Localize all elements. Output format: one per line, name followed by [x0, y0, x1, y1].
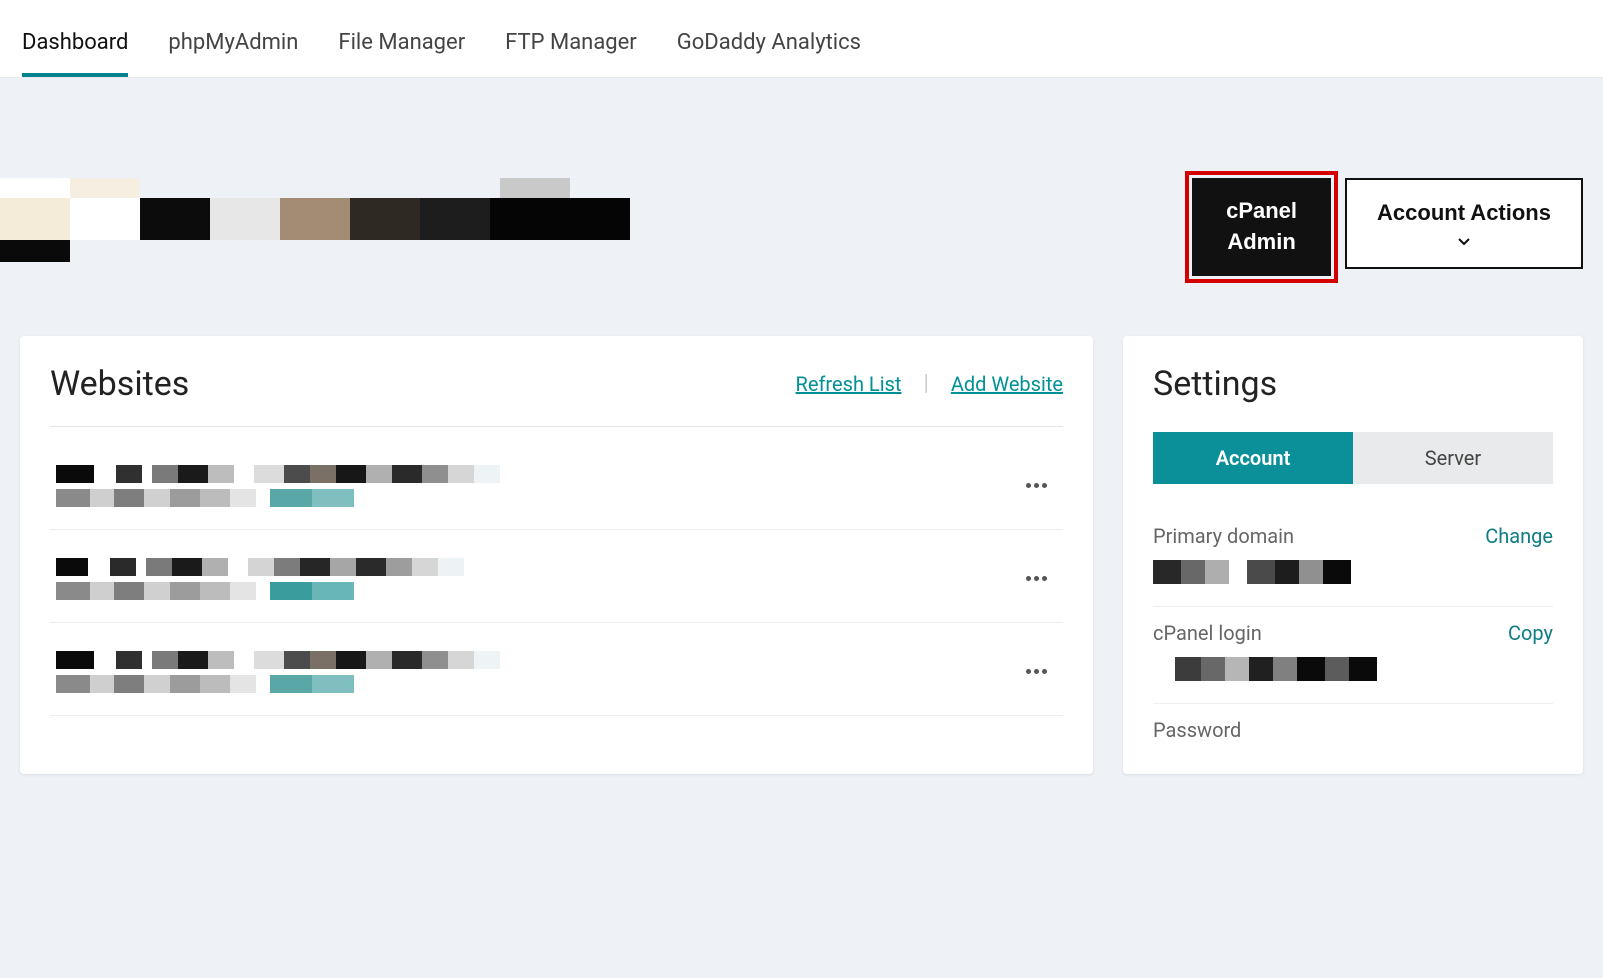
website-row	[50, 437, 1063, 530]
tab-godaddy-analytics[interactable]: GoDaddy Analytics	[677, 30, 861, 77]
refresh-list-link[interactable]: Refresh List	[796, 372, 902, 396]
cpanel-login-value-redacted	[1153, 657, 1377, 681]
websites-title: Websites	[50, 364, 189, 404]
account-actions-label: Account Actions	[1377, 198, 1551, 229]
primary-domain-label: Primary domain	[1153, 524, 1351, 548]
main-tabs: Dashboard phpMyAdmin File Manager FTP Ma…	[0, 0, 1603, 78]
tab-phpmyadmin[interactable]: phpMyAdmin	[168, 30, 298, 77]
settings-segmented-tabs: Account Server	[1153, 432, 1553, 484]
cpanel-admin-button[interactable]: cPanel Admin	[1192, 178, 1331, 276]
website-row-more-button[interactable]	[1016, 661, 1057, 682]
divider: |	[923, 371, 928, 396]
password-label: Password	[1153, 718, 1241, 742]
tab-dashboard[interactable]: Dashboard	[22, 30, 128, 77]
add-website-link[interactable]: Add Website	[951, 372, 1063, 396]
tab-ftp-manager[interactable]: FTP Manager	[505, 30, 637, 77]
cpanel-admin-label: cPanel Admin	[1226, 198, 1297, 254]
website-info-redacted	[56, 558, 1016, 600]
settings-title: Settings	[1153, 364, 1553, 404]
hero-section: cPanel Admin Account Actions	[0, 78, 1603, 336]
account-actions-button[interactable]: Account Actions	[1345, 178, 1583, 269]
website-info-redacted	[56, 465, 1016, 507]
cpanel-login-label: cPanel login	[1153, 621, 1377, 645]
websites-card: Websites Refresh List | Add Website	[20, 336, 1093, 774]
website-row-more-button[interactable]	[1016, 475, 1057, 496]
website-row	[50, 530, 1063, 623]
primary-domain-value-redacted	[1153, 560, 1351, 584]
chevron-down-icon	[1457, 235, 1471, 249]
change-primary-domain-link[interactable]: Change	[1485, 524, 1553, 548]
account-title-redacted	[0, 178, 640, 262]
website-info-redacted	[56, 651, 1016, 693]
settings-tab-server[interactable]: Server	[1353, 432, 1553, 484]
copy-cpanel-login-link[interactable]: Copy	[1508, 621, 1553, 645]
website-row-more-button[interactable]	[1016, 568, 1057, 589]
settings-card: Settings Account Server Primary domain	[1123, 336, 1583, 774]
tab-file-manager[interactable]: File Manager	[338, 30, 465, 77]
page-body: cPanel Admin Account Actions Websites Re…	[0, 78, 1603, 978]
settings-tab-account[interactable]: Account	[1153, 432, 1353, 484]
website-row	[50, 623, 1063, 716]
